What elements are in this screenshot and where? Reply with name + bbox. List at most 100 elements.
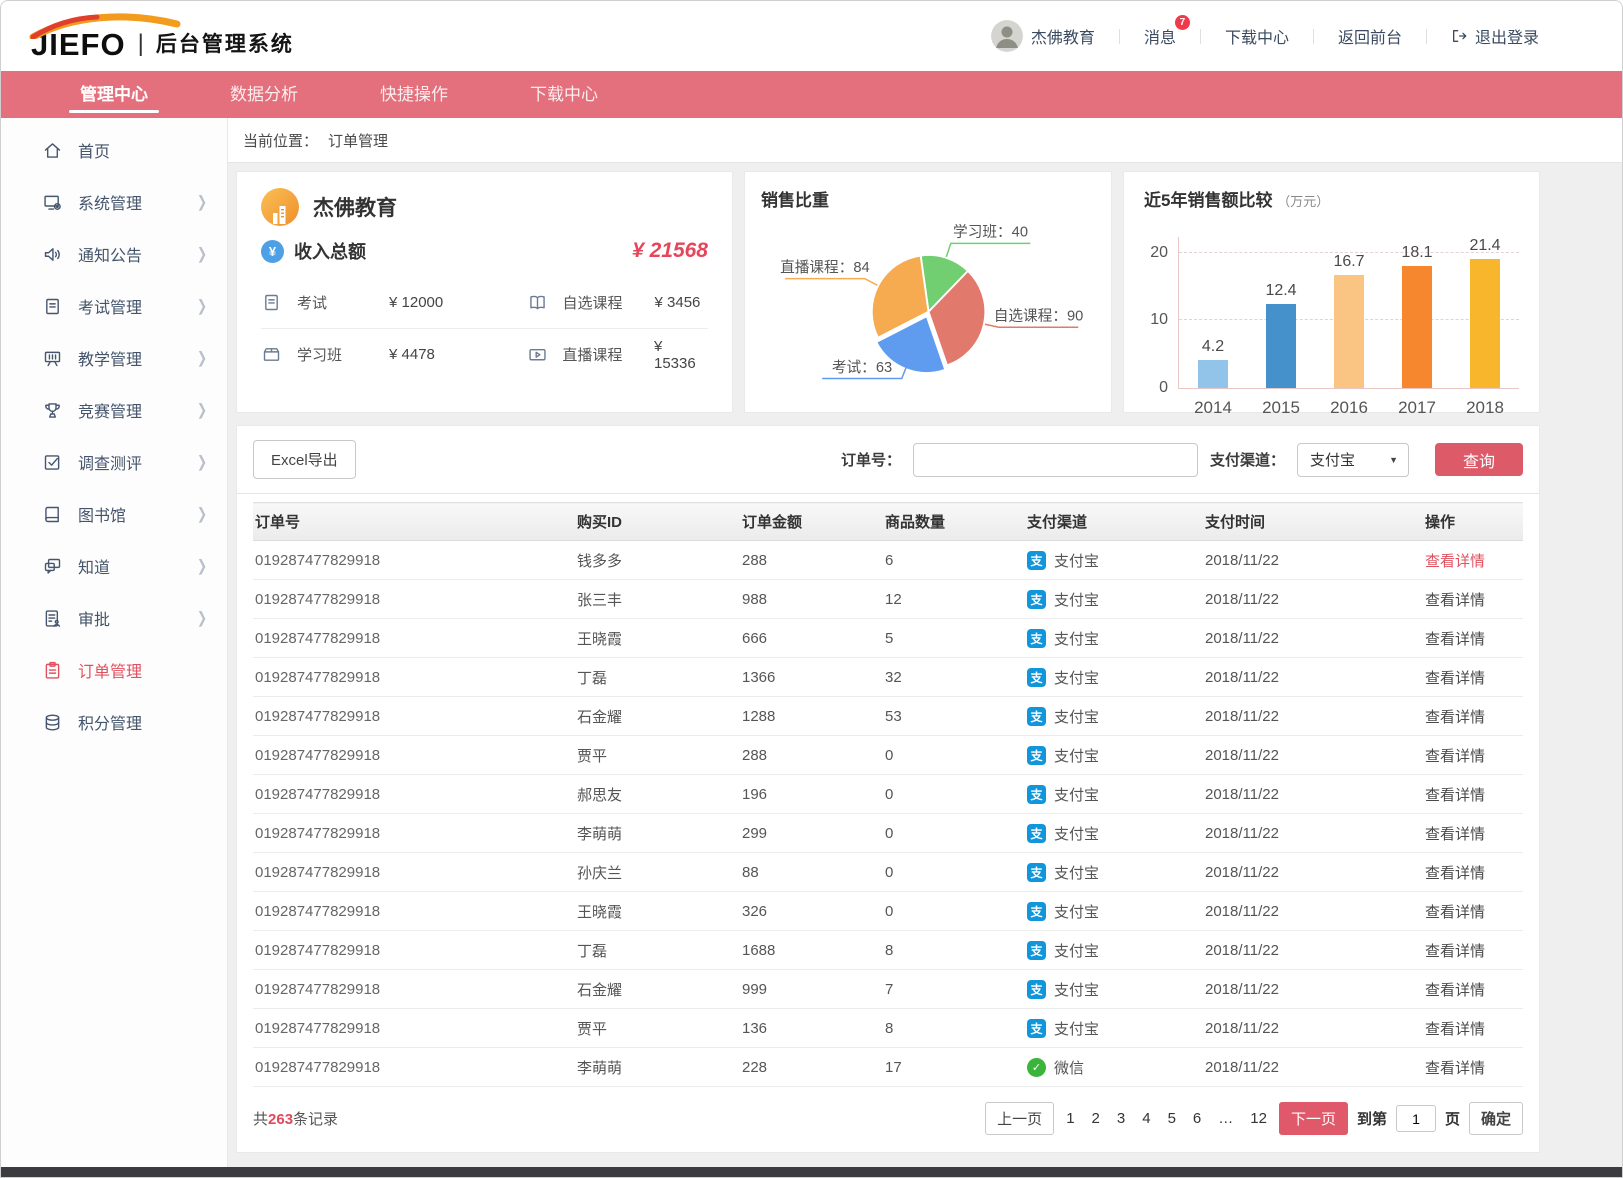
main-navbar: 管理中心数据分析快捷操作下载中心 [1,71,1622,118]
view-detail-link[interactable]: 查看详情 [1425,748,1485,765]
nav-tab-0[interactable]: 管理中心 [39,71,189,118]
cell-amount: 136 [740,1009,883,1048]
notice-icon [41,243,63,265]
page-number-1[interactable]: 1 [1063,1110,1077,1127]
cell-order-no: 019287477829918 [253,658,575,697]
view-detail-link[interactable]: 查看详情 [1425,631,1485,648]
prev-page-button[interactable]: 上一页 [985,1102,1054,1135]
sidebar-item-6[interactable]: 调查测评❯ [1,436,227,488]
cell-time: 2018/11/22 [1203,892,1423,931]
system-icon [41,191,63,213]
sidebar-item-3[interactable]: 考试管理❯ [1,280,227,332]
view-detail-link[interactable]: 查看详情 [1425,826,1485,843]
wechat-icon: ✓ [1027,1058,1046,1077]
cell-channel: 支支付宝 [1025,775,1203,814]
column-header: 订单金额 [740,503,883,541]
income-item-0: 考试¥ 12000 [261,276,485,328]
orders-table: 订单号购买ID订单金额商品数量支付渠道支付时间操作 01928747782991… [253,502,1523,1087]
sidebar-item-10[interactable]: 订单管理 [1,644,227,696]
page-number-2[interactable]: 2 [1089,1110,1103,1127]
nav-tab-2[interactable]: 快捷操作 [339,71,489,118]
page-number-3[interactable]: 3 [1114,1110,1128,1127]
library-icon [41,503,63,525]
logout-link[interactable]: 退出登录 [1451,24,1539,48]
download-center-link[interactable]: 下载中心 [1225,24,1289,48]
sidebar-item-2[interactable]: 通知公告❯ [1,228,227,280]
view-detail-link[interactable]: 查看详情 [1425,592,1485,609]
bar-value-label: 12.4 [1265,282,1296,300]
bar-category-label: 2015 [1262,398,1300,418]
table-row-4: 019287477829918石金耀128853支支付宝2018/11/22查看… [253,697,1523,736]
bar [1334,275,1364,388]
sidebar-item-label: 首页 [78,138,207,162]
sidebar-item-7[interactable]: 图书馆❯ [1,488,227,540]
excel-export-button[interactable]: Excel导出 [253,440,356,479]
view-detail-link[interactable]: 查看详情 [1425,709,1485,726]
alipay-icon: 支 [1027,824,1046,843]
cell-channel: 支支付宝 [1025,931,1203,970]
jiefo-logo: JIEFO [31,13,126,60]
user-name: 杰佛教育 [1031,24,1095,48]
messages-link[interactable]: 消息 7 [1144,24,1176,48]
chevron-right-icon: ❯ [197,401,207,419]
order-no-input[interactable] [913,443,1198,477]
revenue-summary-card: 杰佛教育 ¥ 收入总额 ¥ 21568 考试¥ 12000自选课程¥ 3456学… [236,171,733,413]
search-button[interactable]: 查询 [1435,443,1523,476]
bar [1470,259,1500,388]
view-detail-link[interactable]: 查看详情 [1425,1060,1485,1077]
cell-amount: 228 [740,1048,883,1087]
nav-tab-1[interactable]: 数据分析 [189,71,339,118]
class-icon [261,344,285,366]
page-number-5[interactable]: 5 [1165,1110,1179,1127]
column-header: 支付渠道 [1025,503,1203,541]
sidebar-item-label: 知道 [78,554,197,578]
view-detail-link[interactable]: 查看详情 [1425,787,1485,804]
next-page-button[interactable]: 下一页 [1279,1102,1348,1135]
view-detail-link[interactable]: 查看详情 [1425,553,1485,570]
user-menu[interactable]: 杰佛教育 [991,20,1095,52]
cell-channel: 支支付宝 [1025,892,1203,931]
sidebar-item-9[interactable]: 审批❯ [1,592,227,644]
cell-action: 查看详情 [1423,697,1523,736]
bar-category-label: 2018 [1466,398,1504,418]
sidebar-item-1[interactable]: 系统管理❯ [1,176,227,228]
page-number-4[interactable]: 4 [1139,1110,1153,1127]
sidebar-item-0[interactable]: 首页 [1,124,227,176]
divider [1119,29,1120,44]
back-to-front-link[interactable]: 返回前台 [1338,24,1402,48]
alipay-icon: 支 [1027,902,1046,921]
points-icon [41,711,63,733]
avatar [991,20,1023,52]
view-detail-link[interactable]: 查看详情 [1425,670,1485,687]
cell-time: 2018/11/22 [1203,619,1423,658]
pay-channel-select[interactable]: 支付宝 ▼ [1297,443,1409,477]
view-detail-link[interactable]: 查看详情 [1425,865,1485,882]
bar-category-label: 2017 [1398,398,1436,418]
cell-action: 查看详情 [1423,658,1523,697]
view-detail-link[interactable]: 查看详情 [1425,1021,1485,1038]
sidebar-item-8[interactable]: 知道❯ [1,540,227,592]
sidebar: 首页系统管理❯通知公告❯考试管理❯教学管理❯竞赛管理❯调查测评❯图书馆❯知道❯审… [1,118,228,1169]
table-row-10: 019287477829918丁磊16888支支付宝2018/11/22查看详情 [253,931,1523,970]
sidebar-item-5[interactable]: 竞赛管理❯ [1,384,227,436]
table-footer: 共263条记录 上一页 123456…12 下一页 到第 页 确定 [237,1087,1539,1152]
logo-swoosh-icon [29,13,181,39]
view-detail-link[interactable]: 查看详情 [1425,904,1485,921]
main-content: 当前位置： 订单管理 杰佛教育 ¥ 收入总额 ¥ 21568 [228,118,1622,1169]
alipay-icon: 支 [1027,707,1046,726]
sidebar-item-4[interactable]: 教学管理❯ [1,332,227,384]
goto-confirm-button[interactable]: 确定 [1469,1102,1523,1135]
sidebar-item-label: 调查测评 [78,450,197,474]
view-detail-link[interactable]: 查看详情 [1425,982,1485,999]
cell-qty: 32 [883,658,1025,697]
cell-time: 2018/11/22 [1203,775,1423,814]
divider [1313,29,1314,44]
sales-share-card: 销售比重 学习班：40自选课程：90考试：63直播课程：84 [744,171,1112,413]
nav-tab-3[interactable]: 下载中心 [489,71,639,118]
goto-page-input[interactable] [1396,1105,1436,1132]
page-number-12[interactable]: 12 [1247,1110,1270,1127]
cell-qty: 17 [883,1048,1025,1087]
view-detail-link[interactable]: 查看详情 [1425,943,1485,960]
page-number-6[interactable]: 6 [1190,1110,1204,1127]
sidebar-item-11[interactable]: 积分管理 [1,696,227,748]
